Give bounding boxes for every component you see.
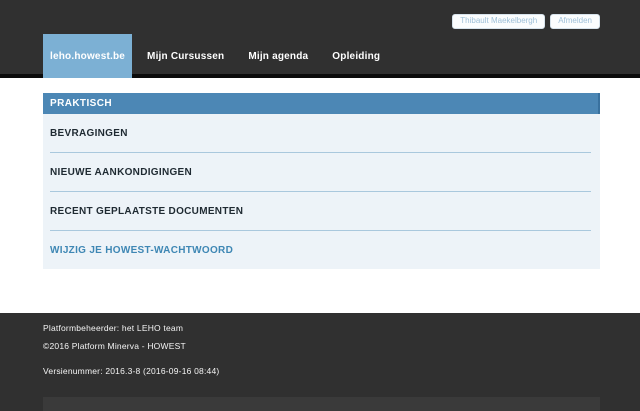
panel-item-nieuwe-aankondigingen[interactable]: NIEUWE AANKONDIGINGEN (43, 153, 600, 191)
footer-copyright-line: ©2016 Platform Minerva - HOWEST (43, 341, 640, 351)
main-content: PRAKTISCH BEVRAGINGEN NIEUWE AANKONDIGIN… (0, 93, 640, 313)
panel-item-wijzig-howest-wachtwoord-link[interactable]: WIJZIG JE HOWEST-WACHTWOORD (43, 231, 600, 269)
user-account-button[interactable]: Thibault Maekelbergh (452, 14, 545, 29)
praktisch-panel: PRAKTISCH BEVRAGINGEN NIEUWE AANKONDIGIN… (43, 93, 600, 269)
nav-item-leho-howest-be[interactable]: leho.howest.be (43, 34, 132, 78)
logout-button[interactable]: Afmelden (550, 14, 600, 29)
nav-item-mijn-cursussen[interactable]: Mijn Cursussen (135, 34, 236, 78)
top-header: Thibault Maekelbergh Afmelden leho.howes… (0, 0, 640, 78)
panel-item-recent-geplaatste-documenten[interactable]: RECENT GEPLAATSTE DOCUMENTEN (43, 192, 600, 230)
nav-item-mijn-agenda[interactable]: Mijn agenda (236, 34, 320, 78)
footer-admin-line: Platformbeheerder: het LEHO team (43, 323, 640, 333)
nav-item-opleiding[interactable]: Opleiding (320, 34, 392, 78)
panel-item-bevragingen[interactable]: BEVRAGINGEN (43, 114, 600, 152)
main-nav: leho.howest.be Mijn Cursussen Mijn agend… (43, 34, 392, 78)
footer-version-line: Versienummer: 2016.3-8 (2016-09-16 08:44… (43, 366, 640, 376)
header-user-area: Thibault Maekelbergh Afmelden (43, 14, 600, 29)
panel-body: BEVRAGINGEN NIEUWE AANKONDIGINGEN RECENT… (43, 114, 600, 269)
footer-strip (43, 397, 600, 411)
panel-title: PRAKTISCH (43, 93, 600, 114)
page: Thibault Maekelbergh Afmelden leho.howes… (0, 0, 640, 400)
footer: Platformbeheerder: het LEHO team ©2016 P… (0, 313, 640, 411)
